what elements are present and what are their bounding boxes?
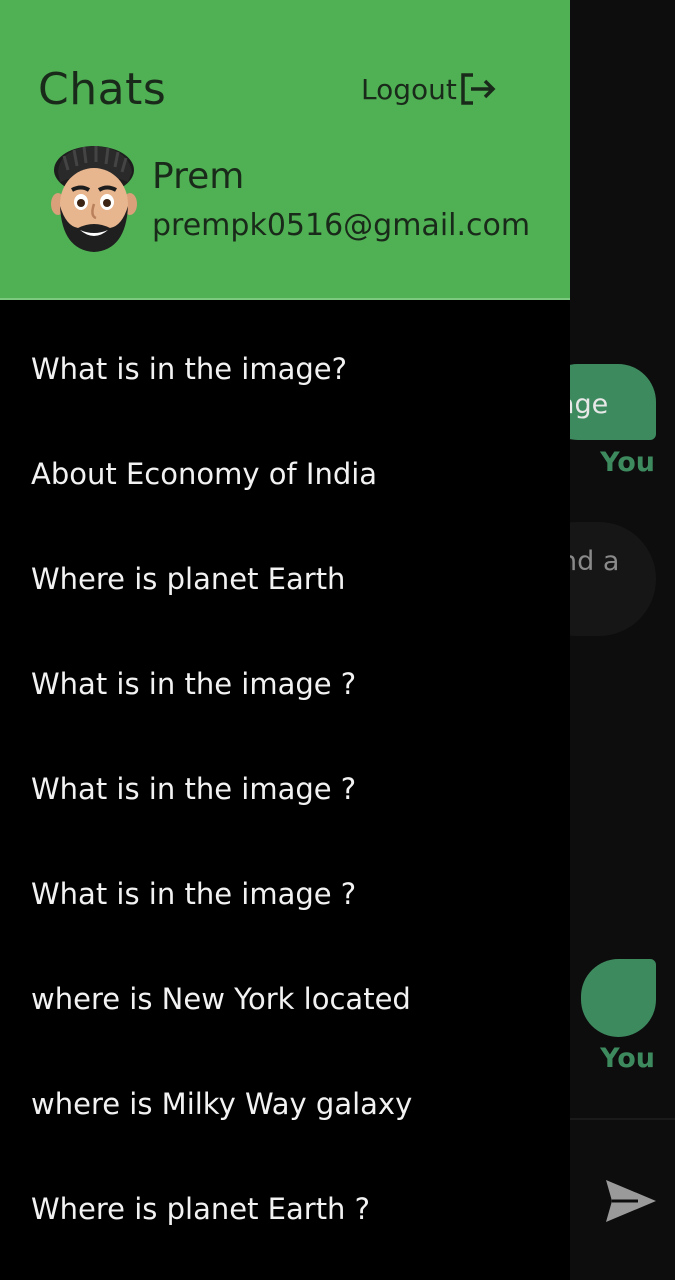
chat-history-item[interactable]: What is in the image ? — [0, 736, 570, 841]
navigation-drawer: Chats Logout Prem prempk0516@gmail.com W… — [0, 0, 570, 1280]
user-email: prempk0516@gmail.com — [152, 208, 531, 243]
sender-label: You — [600, 447, 655, 478]
chat-history-item[interactable]: where is New York located — [0, 946, 570, 1051]
logout-icon — [461, 73, 496, 105]
user-name: Prem — [152, 156, 245, 197]
input-divider — [560, 1118, 675, 1120]
chat-history-item[interactable]: What is in the image? — [0, 316, 570, 421]
chat-history-item[interactable]: What is in the image ? — [0, 841, 570, 946]
chat-history-item[interactable]: where is Milky Way galaxy — [0, 1051, 570, 1156]
chat-history-item[interactable]: Where is planet Earth ? — [0, 1156, 570, 1261]
chat-history-item[interactable]: What is in the image ? — [0, 631, 570, 736]
chat-history-item[interactable]: About Economy of India — [0, 421, 570, 526]
drawer-title: Chats — [38, 64, 167, 115]
user-message-bubble — [581, 959, 656, 1037]
sender-label: You — [600, 1043, 655, 1074]
logout-label: Logout — [361, 72, 457, 106]
drawer-header: Chats Logout Prem prempk0516@gmail.com — [0, 0, 570, 300]
logout-button[interactable]: Logout — [361, 72, 497, 106]
avatar[interactable] — [50, 142, 138, 256]
chat-history-item[interactable]: Where is planet Earth — [0, 526, 570, 631]
send-icon[interactable] — [602, 1176, 660, 1226]
chat-history-list: What is in the image? About Economy of I… — [0, 316, 570, 1261]
